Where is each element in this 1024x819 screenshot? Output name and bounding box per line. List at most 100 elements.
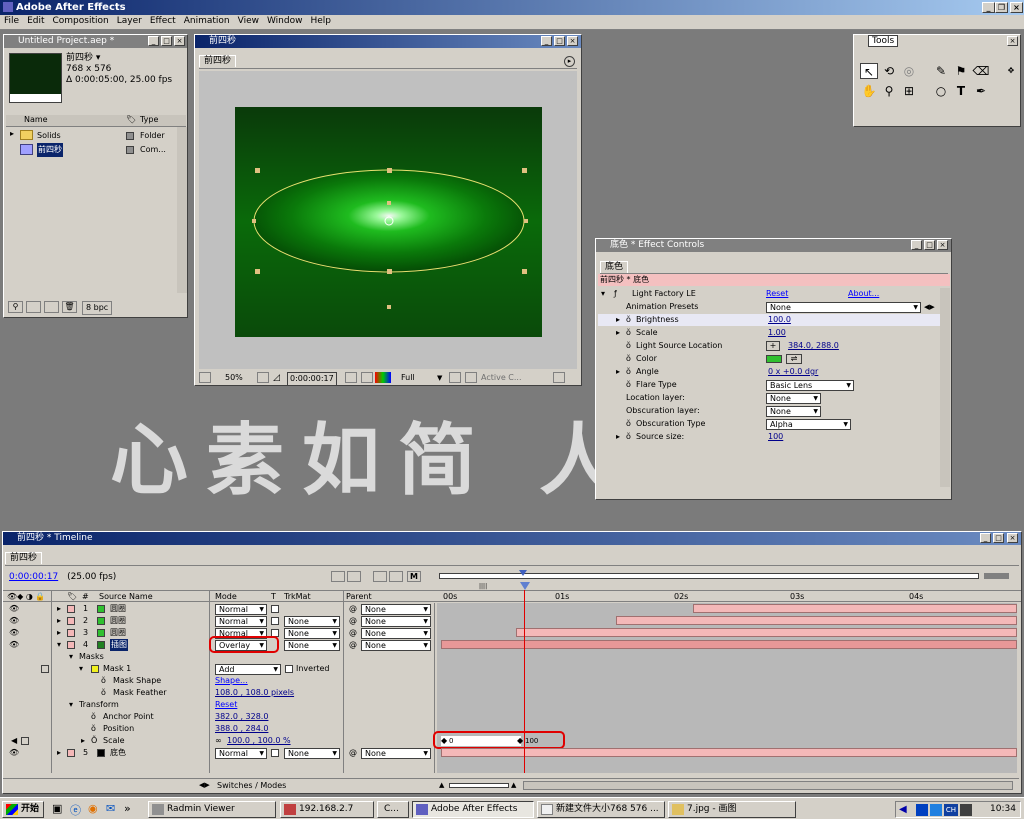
taskbar-item-active[interactable]: Adobe After Effects <box>412 801 534 818</box>
col-parent[interactable]: Parent <box>346 591 372 603</box>
trkmat-dropdown[interactable]: None <box>284 748 340 759</box>
expand-icon[interactable]: ▸ <box>57 603 61 615</box>
project-scrollbar[interactable] <box>177 127 187 293</box>
menu-animation[interactable]: Animation <box>180 15 234 27</box>
comp-max-button[interactable]: □ <box>554 36 565 46</box>
obscuration-type-dropdown[interactable]: Alpha <box>766 419 851 430</box>
mode-dropdown[interactable]: Normal <box>215 604 267 615</box>
menu-view[interactable]: View <box>234 15 263 27</box>
project-min-button[interactable]: _ <box>148 36 159 46</box>
transform-reset-link[interactable]: Reset <box>215 699 237 711</box>
zoom-dropdown[interactable]: 50% <box>225 372 243 384</box>
timeline-max-button[interactable]: □ <box>993 533 1004 543</box>
camera-icon[interactable] <box>345 372 357 383</box>
taskbar-item[interactable]: 新建文件大小768 576 ... <box>537 801 665 818</box>
position-value[interactable]: 388.0 , 284.0 <box>215 723 268 735</box>
comp-name[interactable]: 前四秒 ▾ <box>66 53 172 64</box>
pan-behind-icon[interactable]: ⊞ <box>900 83 918 99</box>
playhead-handle[interactable] <box>520 582 530 590</box>
comp-min-button[interactable]: _ <box>541 36 552 46</box>
layer-name[interactable]: 圆圈 <box>110 627 126 639</box>
keyframe-checkbox[interactable] <box>21 737 29 745</box>
effect-min-button[interactable]: _ <box>911 240 922 250</box>
stopwatch-icon[interactable]: ŏ <box>101 687 106 699</box>
motion-blur-icon[interactable]: M <box>407 571 421 582</box>
taskbar-item[interactable]: 192.168.2.7 <box>280 801 374 818</box>
layer-duration-bar[interactable] <box>516 628 1017 637</box>
layer-duration-bar[interactable] <box>693 604 1017 613</box>
hand-tool-icon[interactable]: ✋ <box>860 83 878 99</box>
quick-launch-desktop-icon[interactable]: ▣ <box>52 802 62 815</box>
quick-launch-media-icon[interactable]: ◉ <box>88 802 98 815</box>
track-matte-checkbox[interactable] <box>271 749 279 757</box>
mask-lock-checkbox[interactable] <box>41 665 49 673</box>
stopwatch-icon[interactable]: ŏ <box>626 431 631 443</box>
comp-viewer[interactable] <box>199 71 577 369</box>
timeline-current-time[interactable]: 0:00:00:17 <box>9 572 58 582</box>
timeline-close-button[interactable]: × <box>1007 533 1018 543</box>
scale-value[interactable]: 1.00 <box>768 327 786 339</box>
parent-dropdown[interactable]: None <box>361 640 431 651</box>
tray-icon[interactable] <box>960 804 972 816</box>
tray-icon[interactable]: ◀ <box>899 804 907 815</box>
collapse-icon[interactable]: ▾ <box>69 651 73 663</box>
inverted-checkbox[interactable] <box>285 665 293 673</box>
new-folder-icon[interactable] <box>26 301 41 313</box>
res-arrow[interactable]: ▼ <box>437 372 442 384</box>
fx-icon[interactable]: ƒ <box>614 288 617 300</box>
timeline-min-button[interactable]: _ <box>980 533 991 543</box>
effect-scrollbar[interactable] <box>940 288 950 487</box>
stopwatch-icon[interactable]: ŏ <box>626 314 631 326</box>
anchor-point-value[interactable]: 382.0 , 328.0 <box>215 711 268 723</box>
input-method-icon[interactable]: CH <box>944 804 958 816</box>
stopwatch-icon[interactable]: ŏ <box>626 418 631 430</box>
navigator-start-icon[interactable] <box>519 570 527 576</box>
eraser-tool-icon[interactable]: ⌫ <box>972 63 990 79</box>
tab-timeline[interactable]: 前四秒 <box>5 552 43 564</box>
layer-name[interactable]: 圆圈 <box>110 603 126 615</box>
trkmat-dropdown[interactable]: None <box>284 616 340 627</box>
layer-name[interactable]: 圆圈 <box>110 615 126 627</box>
quick-launch-ie-icon[interactable]: ⓔ <box>70 802 81 818</box>
label-swatch[interactable] <box>126 132 134 140</box>
brightness-value[interactable]: 100.0 <box>768 314 791 326</box>
close-button[interactable]: × <box>1010 2 1023 13</box>
mask-feather-value[interactable]: 108.0 , 108.0 pixels <box>215 687 294 699</box>
channel-icon[interactable] <box>375 372 391 383</box>
taskbar-item[interactable]: C... <box>377 801 409 818</box>
effect-header-row[interactable]: ▾ ƒ Light Factory LE Reset About... <box>598 288 940 300</box>
tray-icon[interactable] <box>916 804 928 816</box>
flare-type-dropdown[interactable]: Basic Lens <box>766 380 854 391</box>
comp-close-button[interactable]: × <box>567 36 578 46</box>
color-swatch[interactable] <box>766 355 782 363</box>
project-close-button[interactable]: × <box>174 36 185 46</box>
type-tool-icon[interactable]: T <box>952 83 970 99</box>
ellipse-tool-icon[interactable]: ○ <box>932 83 950 99</box>
effect-reset-link[interactable]: Reset <box>766 288 788 300</box>
parent-dropdown[interactable]: None <box>361 748 431 759</box>
current-time[interactable]: 0:00:00:17 <box>287 372 337 386</box>
crosshair-icon[interactable]: + <box>766 341 780 351</box>
show-channel-icon[interactable] <box>361 372 373 383</box>
expand-icon[interactable]: ▸ <box>57 747 61 759</box>
find-icon[interactable]: ⚲ <box>8 301 23 313</box>
resolution-dropdown[interactable]: Full <box>401 372 415 384</box>
trkmat-dropdown[interactable]: None <box>284 640 340 651</box>
effect-close-button[interactable]: × <box>937 240 948 250</box>
source-size-value[interactable]: 100 <box>768 431 783 443</box>
always-preview-icon[interactable] <box>199 372 211 383</box>
stopwatch-icon[interactable]: ŏ <box>101 675 106 687</box>
lock-icon[interactable] <box>347 571 361 582</box>
tab-comp[interactable]: 前四秒 <box>199 55 237 67</box>
start-button[interactable]: 开始 <box>2 801 44 818</box>
project-max-button[interactable]: □ <box>161 36 172 46</box>
minimize-button[interactable]: _ <box>982 2 995 13</box>
obscuration-layer-dropdown[interactable]: None <box>766 406 821 417</box>
parent-dropdown[interactable]: None <box>361 616 431 627</box>
effect-about-link[interactable]: About... <box>848 288 879 300</box>
pickwhip-icon[interactable]: @ <box>349 747 357 759</box>
tools-close-button[interactable]: × <box>1007 36 1018 46</box>
region-of-interest-icon[interactable] <box>449 372 461 383</box>
mask-row[interactable]: ▾ Mask 1 Add Inverted <box>3 663 1021 675</box>
selection-tool-icon[interactable]: ↖ <box>860 63 878 79</box>
